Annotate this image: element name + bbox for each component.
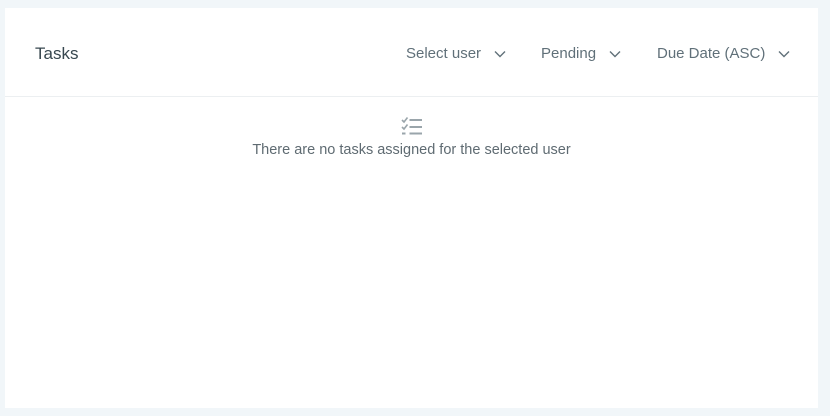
chevron-down-icon <box>609 51 621 58</box>
empty-state: There are no tasks assigned for the sele… <box>5 116 818 159</box>
checklist-icon <box>400 117 422 135</box>
user-select-dropdown[interactable]: Select user <box>406 44 507 64</box>
status-select-label: Pending <box>541 45 597 62</box>
card-header: Tasks Select user Pending Due Date (ASC) <box>5 8 818 97</box>
status-select-dropdown[interactable]: Pending <box>541 44 622 64</box>
empty-state-message: There are no tasks assigned for the sele… <box>252 142 571 158</box>
card-title: Tasks <box>35 44 79 63</box>
chevron-down-icon <box>778 51 790 58</box>
chevron-down-icon <box>494 51 506 58</box>
user-select-label: Select user <box>406 45 482 62</box>
sort-select-dropdown[interactable]: Due Date (ASC) <box>657 44 791 64</box>
tasks-card: Tasks Select user Pending Due Date (ASC) <box>5 8 818 408</box>
sort-select-label: Due Date (ASC) <box>657 45 766 62</box>
